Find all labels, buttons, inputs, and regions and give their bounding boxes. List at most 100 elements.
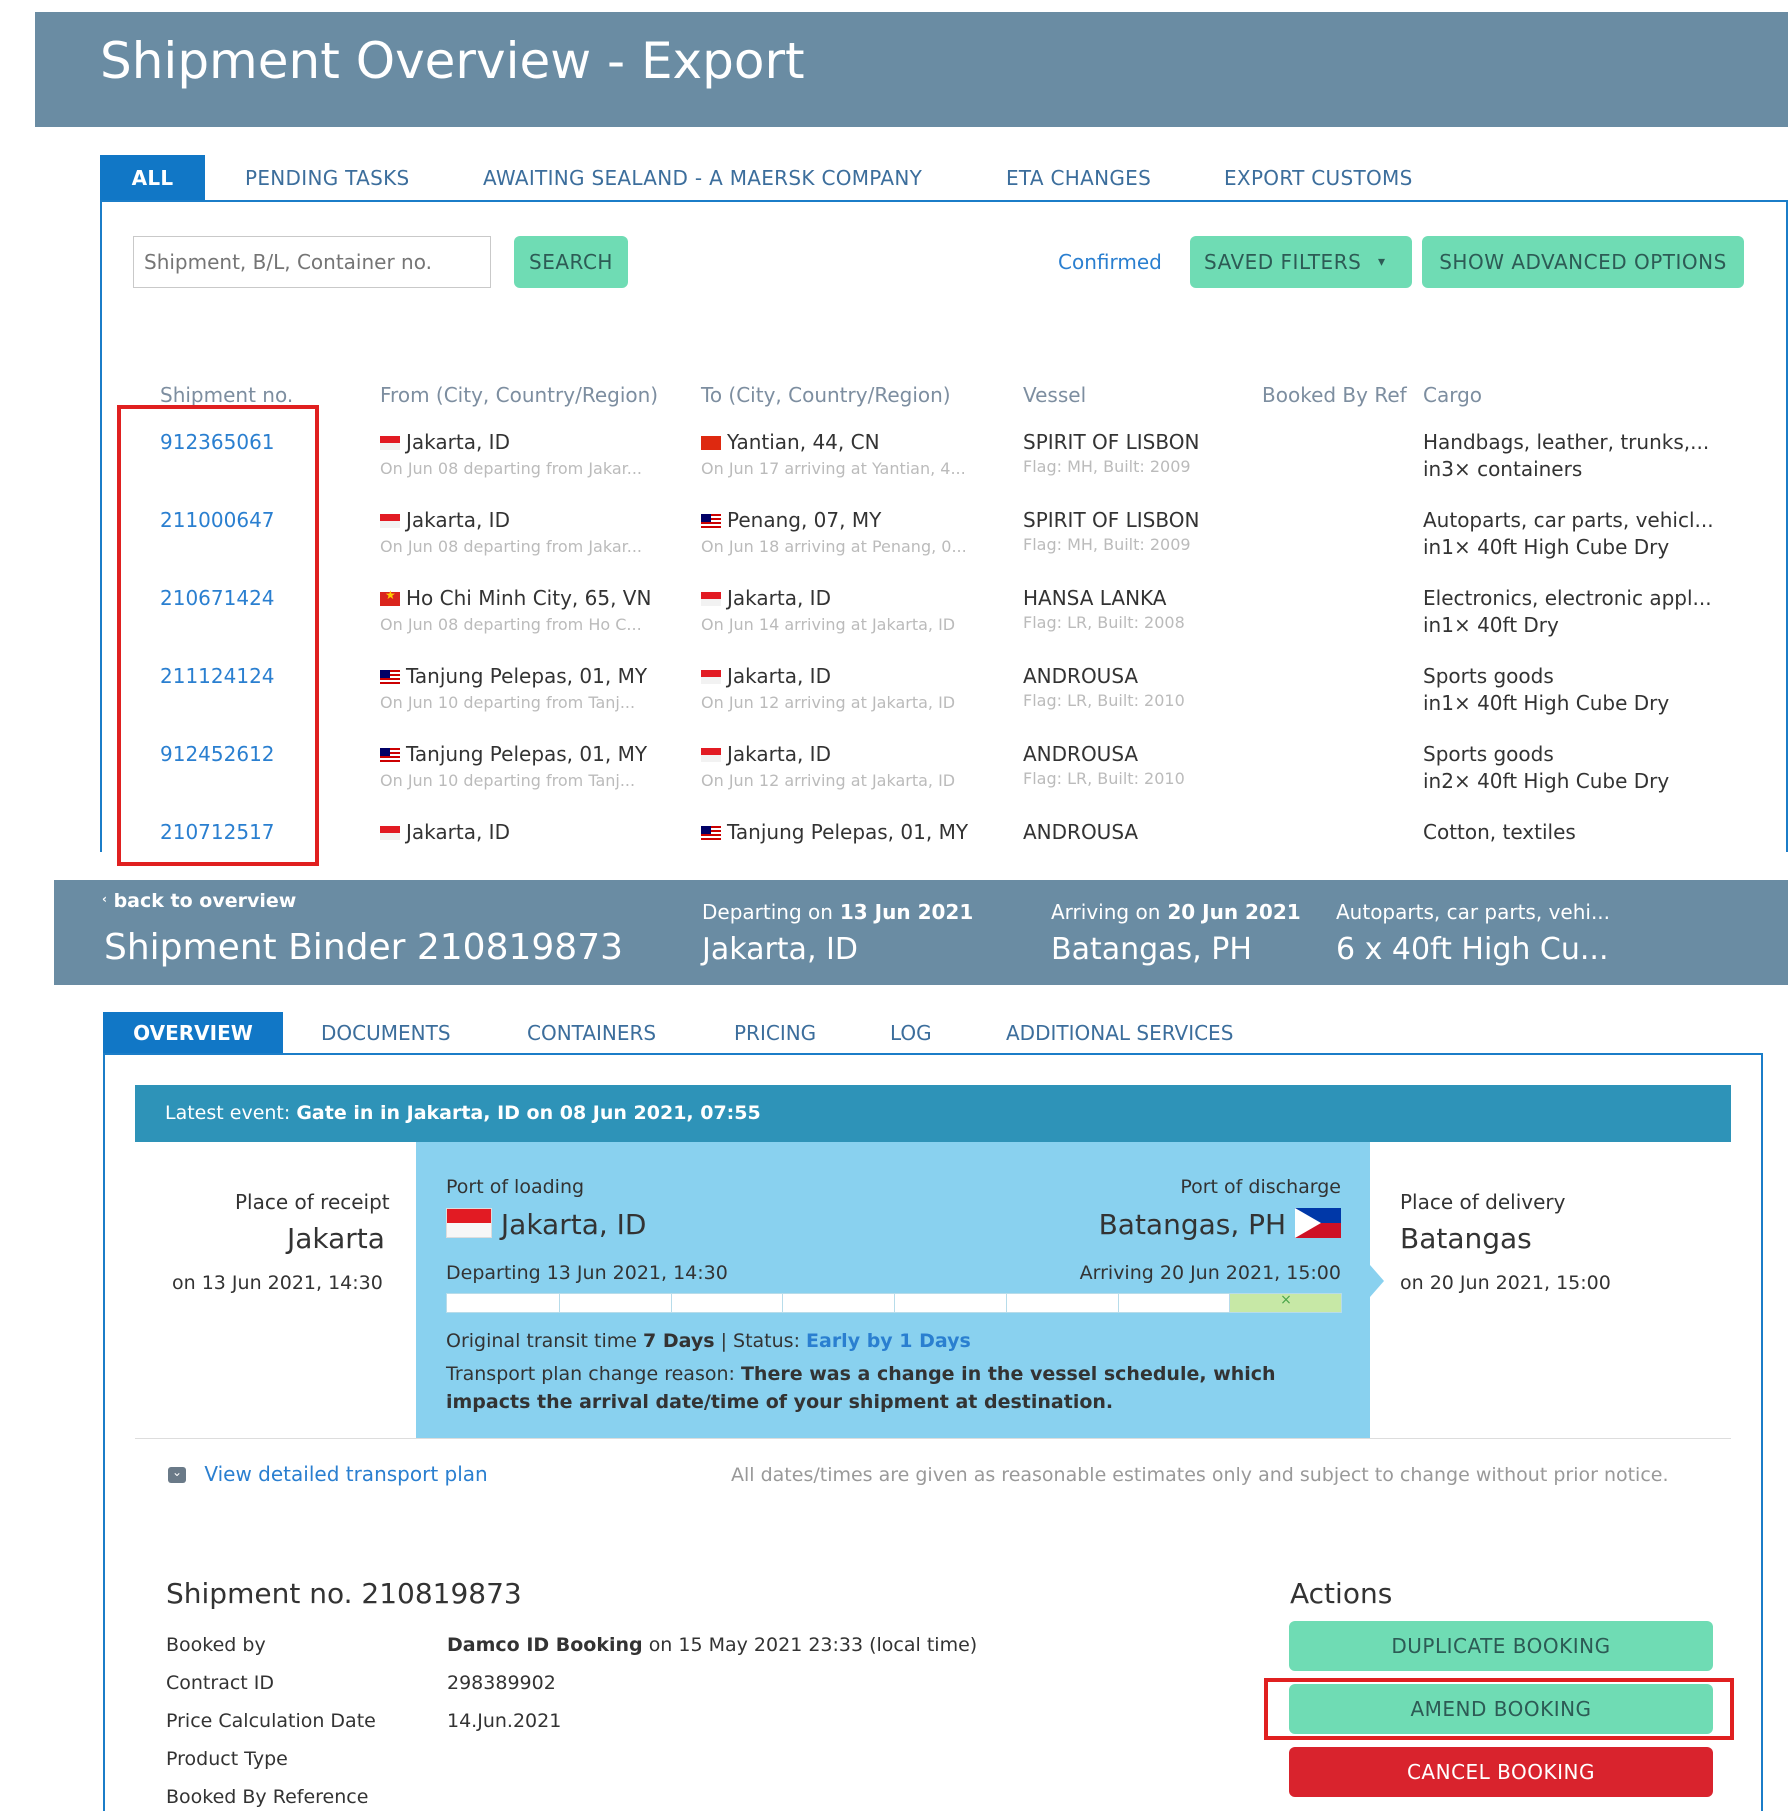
from-location: Jakarta, ID <box>380 820 510 844</box>
cancel-booking-button[interactable]: CANCEL BOOKING <box>1289 1747 1713 1797</box>
progress-current-segment: × <box>1229 1292 1341 1312</box>
cargo-containers-text: in1× 40ft High Cube Dry <box>1423 535 1670 559</box>
chevron-down-icon: ▾ <box>1378 254 1386 270</box>
progress-divider <box>1229 1294 1231 1312</box>
from-location: Tanjung Pelepas, 01, MY <box>380 664 647 688</box>
back-to-overview-link[interactable]: ‹ back to overview <box>102 890 296 912</box>
from-location-text: Jakarta, ID <box>406 820 510 844</box>
to-location-text: Jakarta, ID <box>727 586 831 610</box>
vessel-info: Flag: LR, Built: 2010 <box>1023 769 1185 788</box>
show-advanced-options-button[interactable]: SHOW ADVANCED OPTIONS <box>1422 236 1744 288</box>
change-reason-line-2: impacts the arrival date/time of your sh… <box>446 1391 1114 1413</box>
cargo-description-text: Sports goods <box>1423 664 1554 688</box>
departing-place: Jakarta, ID <box>702 932 858 967</box>
search-input[interactable] <box>133 236 491 288</box>
tab-pricing[interactable]: PRICING <box>734 1012 816 1054</box>
cargo-containers: in2× 40ft High Cube Dry <box>1423 769 1669 793</box>
to-location: Jakarta, ID <box>701 742 831 766</box>
filter-status-link[interactable]: Confirmed <box>1058 250 1162 274</box>
country-flag-icon <box>380 670 400 684</box>
vessel-name: SPIRIT OF LISBON <box>1023 508 1199 532</box>
country-flag-icon <box>701 436 721 450</box>
vessel-name-text: SPIRIT OF LISBON <box>1023 508 1200 532</box>
receipt-label: Place of receipt <box>235 1190 390 1214</box>
view-transport-plan-link[interactable]: ⌄ View detailed transport plan <box>168 1462 488 1486</box>
from-location: Jakarta, ID <box>380 430 510 454</box>
tab-export-customs[interactable]: EXPORT CUSTOMS <box>1224 155 1413 201</box>
view-plan-label: View detailed transport plan <box>204 1462 488 1486</box>
latest-event-bar: Latest event: Gate in in Jakarta, ID on … <box>135 1085 1731 1142</box>
from-location: Jakarta, ID <box>380 508 510 532</box>
tab-overview[interactable]: OVERVIEW <box>103 1012 283 1054</box>
containers-summary: 6 x 40ft High Cu... <box>1336 932 1609 967</box>
column-header-cargo[interactable]: Cargo <box>1423 383 1482 407</box>
arrival-info-text: On Jun 18 arriving at Penang, 0... <box>701 537 967 556</box>
country-flag-icon <box>380 588 400 606</box>
from-location-text: Tanjung Pelepas, 01, MY <box>406 742 648 766</box>
cargo-description: Autoparts, car parts, vehicl... <box>1423 508 1714 532</box>
change-reason-line-1: Transport plan change reason: There was … <box>446 1363 1276 1385</box>
vessel-name-text: ANDROUSA <box>1023 742 1139 766</box>
pol-place: Jakarta, ID <box>500 1208 647 1241</box>
booked-by-date: on 15 May 2021 23:33 (local time) <box>648 1634 978 1656</box>
to-location: Penang, 07, MY <box>701 508 881 532</box>
cargo-description: Sports goods <box>1423 664 1554 688</box>
vessel-info-text: Flag: MH, Built: 2009 <box>1023 535 1191 554</box>
contract-id-value: 298389902 <box>447 1672 556 1694</box>
tab-eta-changes[interactable]: ETA CHANGES <box>1006 155 1151 201</box>
arriving-summary: Arriving on 20 Jun 2021 <box>1051 900 1301 924</box>
tab-all[interactable]: ALL <box>100 155 205 201</box>
tab-pending-tasks[interactable]: PENDING TASKS <box>245 155 410 201</box>
cargo-containers: in1× 40ft Dry <box>1423 613 1559 637</box>
country-flag-icon <box>380 436 400 450</box>
tab-documents[interactable]: DOCUMENTS <box>321 1012 451 1054</box>
progress-divider <box>558 1294 560 1312</box>
country-flag-icon <box>701 670 721 684</box>
cargo-containers: in1× 40ft High Cube Dry <box>1423 691 1669 715</box>
latest-event-prefix: Latest event: <box>165 1102 291 1124</box>
departure-info: On Jun 10 departing from Tanj... <box>380 693 635 712</box>
column-header-to[interactable]: To (City, Country/Region) <box>701 383 951 407</box>
column-header-vessel[interactable]: Vessel <box>1023 383 1086 407</box>
column-header-shipment-no[interactable]: Shipment no. <box>160 383 293 407</box>
cargo-description-text: Cotton, textiles <box>1423 820 1576 844</box>
pod-arriving: Arriving 20 Jun 2021, 15:00 <box>1079 1262 1341 1284</box>
price-calculation-date-label: Price Calculation Date <box>166 1710 376 1732</box>
saved-filters-label: SAVED FILTERS <box>1204 250 1362 274</box>
vessel-info-text: Flag: MH, Built: 2009 <box>1023 457 1191 476</box>
cargo-containers-text: in1× 40ft Dry <box>1423 613 1559 637</box>
arrival-info: On Jun 12 arriving at Jakarta, ID <box>701 771 955 790</box>
pod-label: Port of discharge <box>1180 1176 1341 1198</box>
departing-summary: Departing on 13 Jun 2021 <box>702 900 973 924</box>
vessel-name-text: HANSA LANKA <box>1023 586 1167 610</box>
pol-departing: Departing 13 Jun 2021, 14:30 <box>446 1262 728 1284</box>
highlight-amend-booking <box>1264 1678 1734 1740</box>
search-button[interactable]: SEARCH <box>514 236 628 288</box>
departure-info: On Jun 08 departing from Jakar... <box>380 459 642 478</box>
price-calculation-date-value: 14.Jun.2021 <box>447 1710 562 1732</box>
vessel-name: HANSA LANKA <box>1023 586 1166 610</box>
saved-filters-dropdown[interactable]: SAVED FILTERS ▾ <box>1190 236 1412 288</box>
transit-prefix: Original transit time <box>446 1330 637 1352</box>
vessel-info: Flag: LR, Built: 2008 <box>1023 613 1185 632</box>
chevron-left-icon: ‹ <box>102 892 107 906</box>
country-flag-icon <box>701 826 721 840</box>
arriving-label: Arriving on <box>1051 900 1161 924</box>
column-header-from[interactable]: From (City, Country/Region) <box>380 383 658 407</box>
booked-by-reference-label: Booked By Reference <box>166 1786 369 1808</box>
route-arrow-right <box>1370 1265 1384 1297</box>
duplicate-booking-button[interactable]: DUPLICATE BOOKING <box>1289 1621 1713 1671</box>
arrival-info-text: On Jun 12 arriving at Jakarta, ID <box>701 693 956 712</box>
tab-log[interactable]: LOG <box>890 1012 932 1054</box>
tab-additional-services[interactable]: ADDITIONAL SERVICES <box>1006 1012 1233 1054</box>
to-location-text: Yantian, 44, CN <box>727 430 880 454</box>
tab-containers[interactable]: CONTAINERS <box>527 1012 656 1054</box>
receipt-place: Jakarta <box>287 1222 385 1255</box>
booked-by-value: Damco ID Booking on 15 May 2021 23:33 (l… <box>447 1634 977 1656</box>
from-location: Tanjung Pelepas, 01, MY <box>380 742 647 766</box>
vessel-name: ANDROUSA <box>1023 742 1138 766</box>
tab-awaiting-sealand[interactable]: AWAITING SEALAND - A MAERSK COMPANY <box>483 155 922 201</box>
column-header-booked-by-ref[interactable]: Booked By Ref <box>1262 383 1407 407</box>
departure-info-text: On Jun 10 departing from Tanj... <box>380 693 636 712</box>
shipment-details-title: Shipment no. 210819873 <box>166 1577 522 1610</box>
